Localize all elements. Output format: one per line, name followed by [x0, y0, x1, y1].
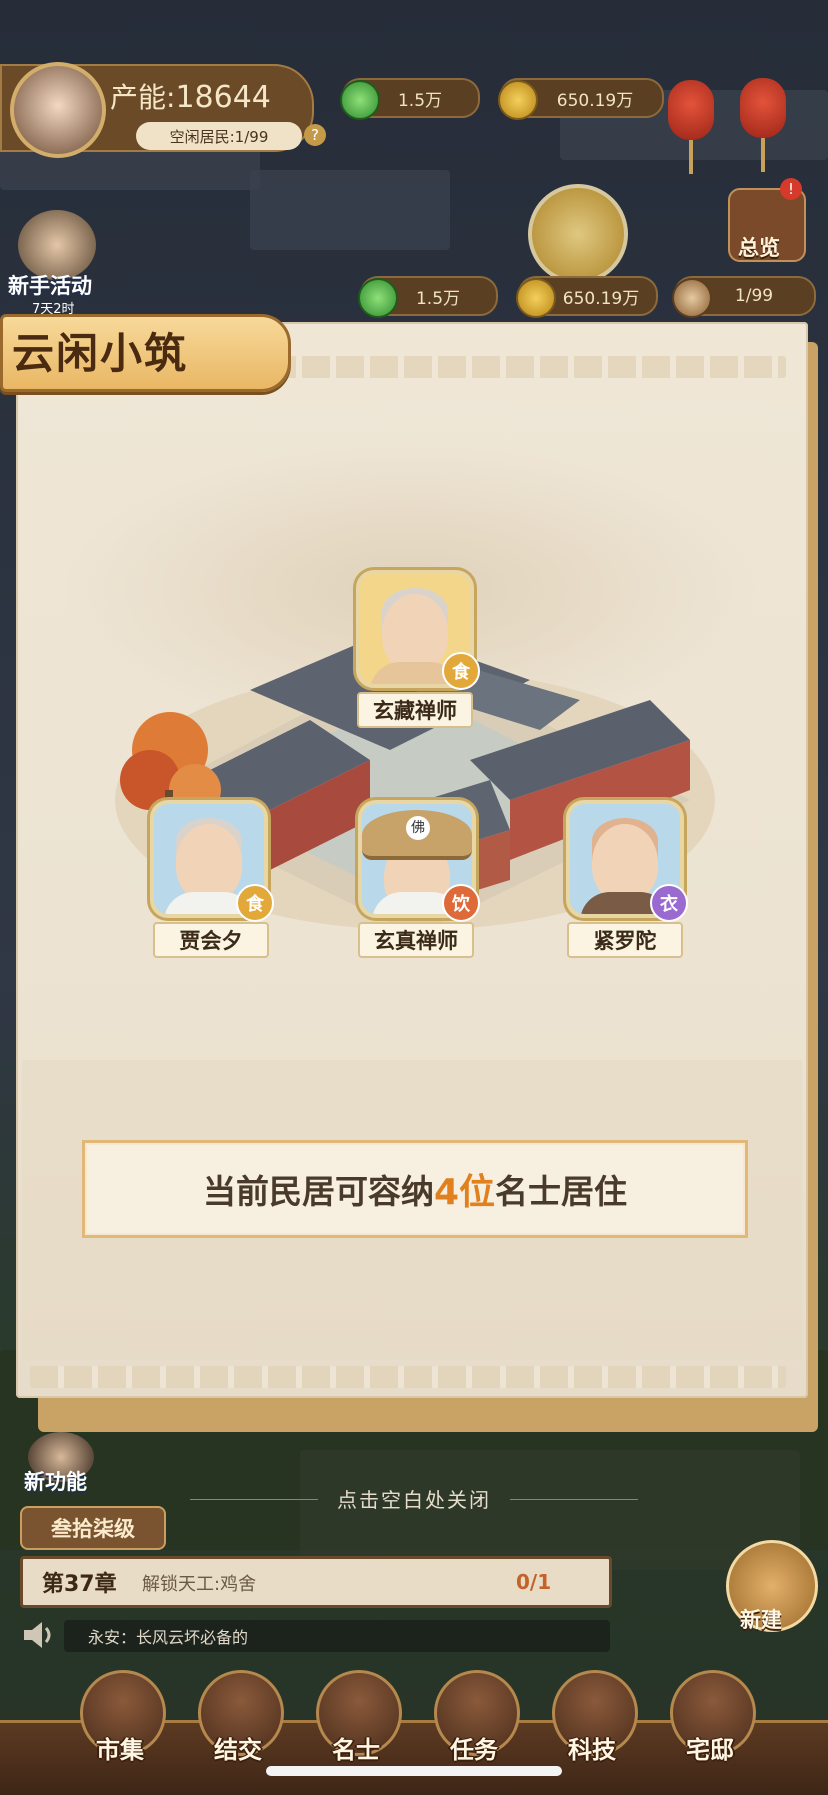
production-value: 18644: [175, 80, 271, 115]
nav-label-scholars: 名士: [332, 1736, 380, 1764]
help-button[interactable]: ?: [304, 124, 326, 146]
drink-badge-icon: 饮: [442, 884, 480, 922]
capacity-notice: 当前民居可容纳 4位 名士居住: [82, 1140, 748, 1238]
jade-icon: [340, 80, 380, 120]
jade-icon: [358, 278, 398, 318]
jade-value: 1.5万: [415, 288, 461, 309]
coin-counter[interactable]: 650.19万: [516, 276, 658, 318]
new-feature-label: 新功能: [24, 1470, 87, 1494]
capacity-suffix: 名士居住: [495, 1172, 628, 1211]
quest-task: 解锁天工:鸡舍: [142, 1574, 257, 1595]
overview-label: 总览: [738, 236, 780, 260]
panel-border-bottom: [30, 1366, 786, 1388]
newbie-event-label: 新手活动: [8, 274, 92, 298]
resident-name: 紧罗陀: [567, 922, 683, 958]
nav-label-social: 结交: [214, 1736, 262, 1764]
player-avatar[interactable]: [10, 62, 106, 158]
nav-label-market: 市集: [96, 1736, 144, 1764]
coin-icon: [516, 278, 556, 318]
quest-chapter: 第37章: [42, 1572, 117, 1597]
coin-counter-top[interactable]: 650.19万: [498, 78, 664, 120]
lantern-decoration[interactable]: [668, 80, 714, 174]
capacity-prefix: 当前民居可容纳: [202, 1172, 434, 1211]
food-badge-icon: 食: [236, 884, 274, 922]
resident-counter[interactable]: 1/99: [672, 276, 816, 318]
resident-name: 玄真禅师: [358, 922, 474, 958]
coins-top-value: 650.19万: [556, 90, 634, 111]
jade-counter[interactable]: 1.5万: [358, 276, 498, 318]
clothing-badge-icon: 衣: [650, 884, 688, 922]
level-badge[interactable]: 叁拾柒级: [20, 1506, 166, 1550]
notification-dot: !: [780, 178, 802, 200]
residents-value: 1/99: [734, 286, 774, 306]
lantern-decoration[interactable]: [740, 78, 786, 172]
nav-label-tasks: 任务: [450, 1736, 498, 1764]
food-badge-icon: 食: [442, 652, 480, 690]
nav-label-technology: 科技: [568, 1736, 616, 1764]
big-coin-icon[interactable]: [528, 184, 628, 284]
speaker-icon[interactable]: [20, 1620, 54, 1650]
resident-name: 玄藏禅师: [357, 692, 473, 728]
hat-character: 佛: [406, 816, 430, 840]
level-text: 叁拾柒级: [51, 1517, 135, 1541]
new-build-label: 新建: [740, 1608, 782, 1632]
nav-label-mansion: 宅邸: [686, 1736, 734, 1764]
production-label: 产能:18644: [110, 80, 271, 115]
coin-icon: [498, 80, 538, 120]
jade-counter-top[interactable]: 1.5万: [340, 78, 480, 120]
idle-residents-text: 空闲居民:1/99: [169, 127, 269, 146]
idle-residents-pill[interactable]: 空闲居民:1/99: [136, 122, 302, 150]
panel-title: 云闲小筑: [12, 329, 189, 378]
home-indicator[interactable]: [266, 1766, 562, 1776]
jade-top-value: 1.5万: [397, 90, 443, 111]
broadcast-text: 永安：长风云坏必备的: [88, 1628, 249, 1647]
quest-progress: 0/1: [516, 1570, 552, 1594]
resident-name: 贾会夕: [153, 922, 269, 958]
capacity-count: 4位: [433, 1172, 496, 1213]
resident-icon: [672, 278, 712, 318]
